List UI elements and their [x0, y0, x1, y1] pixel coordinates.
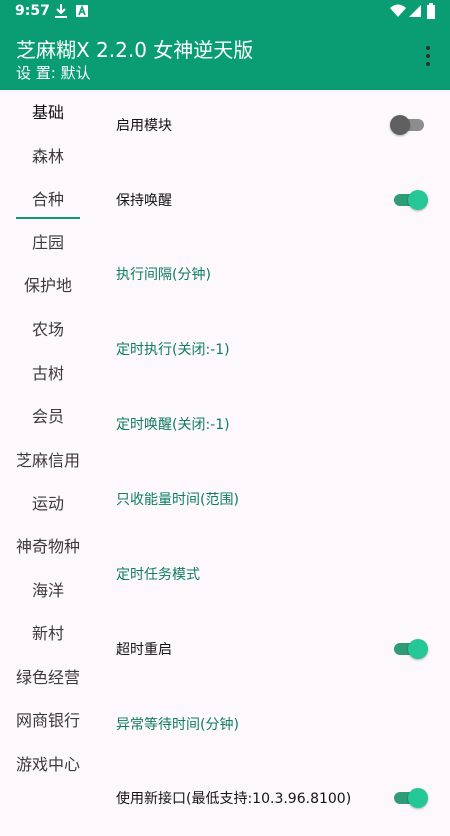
setting-energy-only-time[interactable]: 只收能量时间(范围) — [100, 463, 450, 537]
setting-keep-awake[interactable]: 保持唤醒 — [100, 164, 450, 238]
tab-ancient-tree[interactable]: 古树 — [0, 354, 96, 394]
setting-scheduled-task-mode[interactable]: 定时任务模式 — [100, 538, 450, 612]
download-icon — [54, 3, 68, 23]
tab-forest[interactable]: 森林 — [0, 137, 96, 177]
app-subtitle: 设 置: 默认 — [16, 64, 91, 82]
setting-label: 使用新接口(最低支持:10.3.96.8100) — [116, 791, 352, 807]
setting-timeout-restart[interactable]: 超时重启 — [100, 613, 450, 687]
setting-label: 执行间隔(分钟) — [116, 267, 211, 283]
status-time: 9:57 — [15, 3, 50, 19]
tab-magic-species[interactable]: 神奇物种 — [0, 527, 96, 567]
tab-protected-area[interactable]: 保护地 — [0, 266, 96, 306]
tab-cooperate-plant[interactable]: 合种 — [0, 180, 96, 220]
wifi-icon — [390, 3, 406, 23]
font-app-icon — [75, 3, 89, 23]
setting-label: 定时执行(关闭:-1) — [116, 342, 230, 358]
status-bar: 9:57 — [0, 0, 450, 24]
tab-member[interactable]: 会员 — [0, 397, 96, 437]
tab-mybank[interactable]: 网商银行 — [0, 701, 96, 741]
tab-farm[interactable]: 农场 — [0, 310, 96, 350]
app-title: 芝麻糊X 2.2.0 女神逆天版 — [16, 38, 254, 62]
setting-label: 只收能量时间(范围) — [116, 492, 239, 508]
tab-manor[interactable]: 庄园 — [0, 223, 96, 263]
setting-scheduled-wakeup[interactable]: 定时唤醒(关闭:-1) — [100, 388, 450, 462]
setting-error-wait-time[interactable]: 异常等待时间(分钟) — [100, 688, 450, 762]
tab-game-center[interactable]: 游戏中心 — [0, 745, 96, 785]
setting-enable-module[interactable]: 启用模块 — [100, 89, 450, 163]
category-sidebar: 基础 森林 合种 庄园 保护地 农场 古树 会员 芝麻信用 运动 神奇物种 海洋… — [0, 90, 96, 800]
tab-basic[interactable]: 基础 — [0, 93, 96, 133]
setting-label: 保持唤醒 — [116, 193, 172, 209]
more-vert-icon[interactable] — [416, 44, 440, 68]
enable-module-switch[interactable] — [390, 115, 424, 135]
tab-green-business[interactable]: 绿色经营 — [0, 658, 96, 698]
setting-check-interval[interactable]: 执行间隔(分钟) — [100, 238, 450, 312]
setting-label: 启用模块 — [116, 118, 172, 134]
keep-awake-switch[interactable] — [394, 190, 428, 210]
setting-label: 定时唤醒(关闭:-1) — [116, 417, 230, 433]
setting-label: 异常等待时间(分钟) — [116, 717, 239, 733]
setting-scheduled-run[interactable]: 定时执行(关闭:-1) — [100, 313, 450, 387]
setting-new-api[interactable]: 使用新接口(最低支持:10.3.96.8100) — [100, 762, 450, 836]
setting-label: 超时重启 — [116, 642, 172, 658]
tab-ocean[interactable]: 海洋 — [0, 571, 96, 611]
battery-icon — [426, 3, 436, 23]
signal-icon — [408, 3, 422, 23]
tab-sesame-credit[interactable]: 芝麻信用 — [0, 441, 96, 481]
tab-sport[interactable]: 运动 — [0, 484, 96, 524]
timeout-restart-switch[interactable] — [394, 639, 428, 659]
setting-label: 定时任务模式 — [116, 567, 200, 583]
tab-new-village[interactable]: 新村 — [0, 614, 96, 654]
new-api-switch[interactable] — [394, 788, 428, 808]
app-bar: 芝麻糊X 2.2.0 女神逆天版 设 置: 默认 — [0, 24, 450, 90]
